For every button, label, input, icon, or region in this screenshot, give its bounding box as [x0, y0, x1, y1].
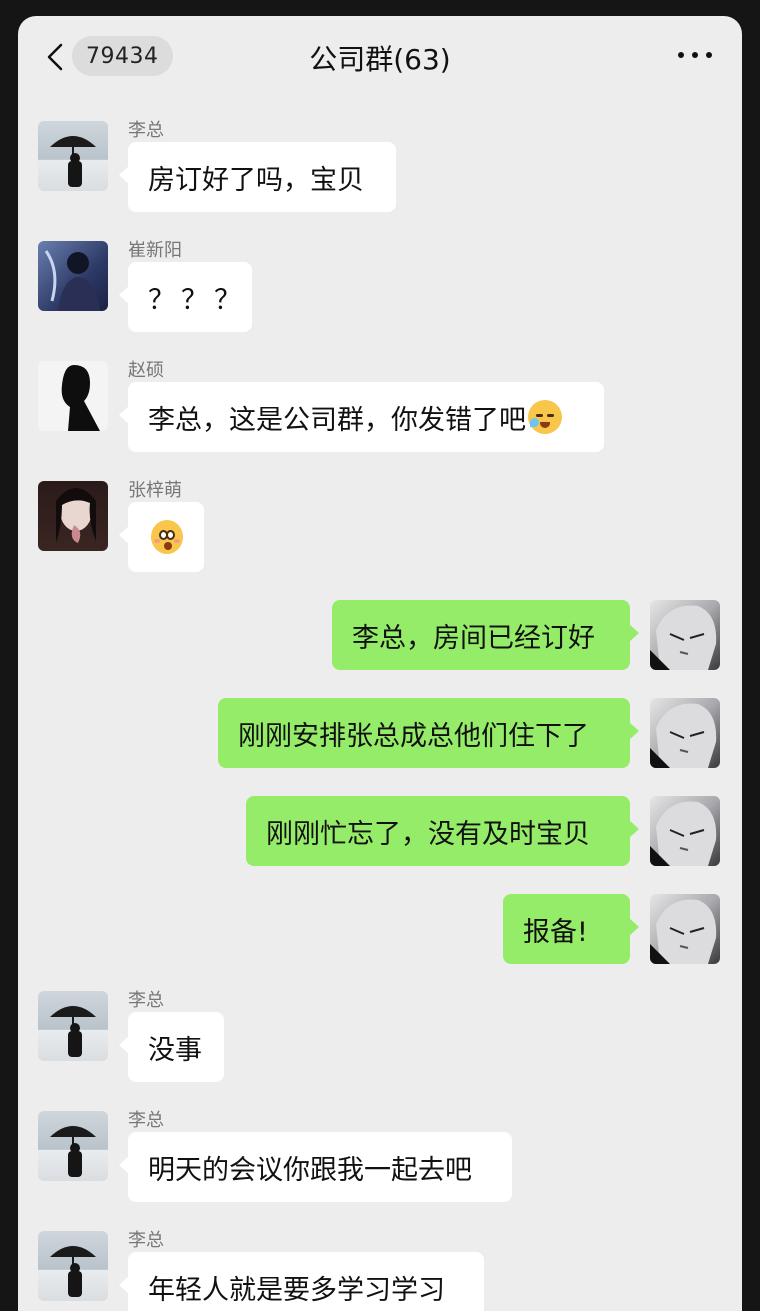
message-bubble[interactable]: 刚刚安排张总成总他们住下了 — [218, 698, 639, 768]
chat-title: 公司群(63) — [309, 43, 451, 76]
message-bubble[interactable]: ？？？ — [119, 262, 252, 332]
avatar[interactable] — [38, 241, 108, 311]
sender-name: 张梓萌 — [128, 480, 182, 501]
avatar[interactable] — [650, 796, 720, 866]
message-bubble[interactable] — [119, 502, 204, 572]
message-bubble[interactable]: 房订好了吗，宝贝 — [119, 142, 396, 212]
avatar[interactable] — [38, 361, 108, 431]
avatar[interactable] — [650, 600, 720, 670]
sender-name: 李总 — [128, 1110, 164, 1131]
avatar[interactable] — [650, 698, 720, 768]
sender-name: 赵硕 — [128, 360, 164, 381]
message-bubble[interactable]: 李总，这是公司群，你发错了吧 — [119, 382, 604, 452]
chat-screen: 79434 公司群(63) 李总 房订好了吗，宝贝 崔新阳 ？？？ 赵硕 李总，… — [18, 16, 742, 1311]
message-bubble[interactable]: 报备! — [503, 894, 639, 964]
chat-header: 79434 公司群(63) — [18, 16, 742, 96]
avatar[interactable] — [38, 991, 108, 1061]
sender-name: 李总 — [128, 990, 164, 1011]
message-bubble[interactable]: 年轻人就是要多学习学习 — [119, 1252, 484, 1311]
sender-name: 李总 — [128, 1230, 164, 1251]
message-bubble[interactable]: 李总，房间已经订好 — [332, 600, 639, 670]
avatar[interactable] — [38, 1111, 108, 1181]
message-bubble[interactable]: 明天的会议你跟我一起去吧 — [119, 1132, 512, 1202]
avatar[interactable] — [38, 1231, 108, 1301]
message-bubble[interactable]: 没事 — [119, 1012, 224, 1082]
avatar[interactable] — [650, 894, 720, 964]
flushed-emoji-icon — [151, 520, 183, 554]
tears-of-joy-emoji-icon — [528, 400, 562, 434]
sender-name: 崔新阳 — [128, 240, 182, 261]
message-bubble[interactable]: 刚刚忙忘了，没有及时宝贝 — [246, 796, 639, 866]
avatar[interactable] — [38, 121, 108, 191]
more-options-icon[interactable] — [678, 46, 712, 64]
sender-name: 李总 — [128, 120, 164, 141]
avatar[interactable] — [38, 481, 108, 551]
message-text: 李总，这是公司群，你发错了吧 — [148, 404, 526, 436]
